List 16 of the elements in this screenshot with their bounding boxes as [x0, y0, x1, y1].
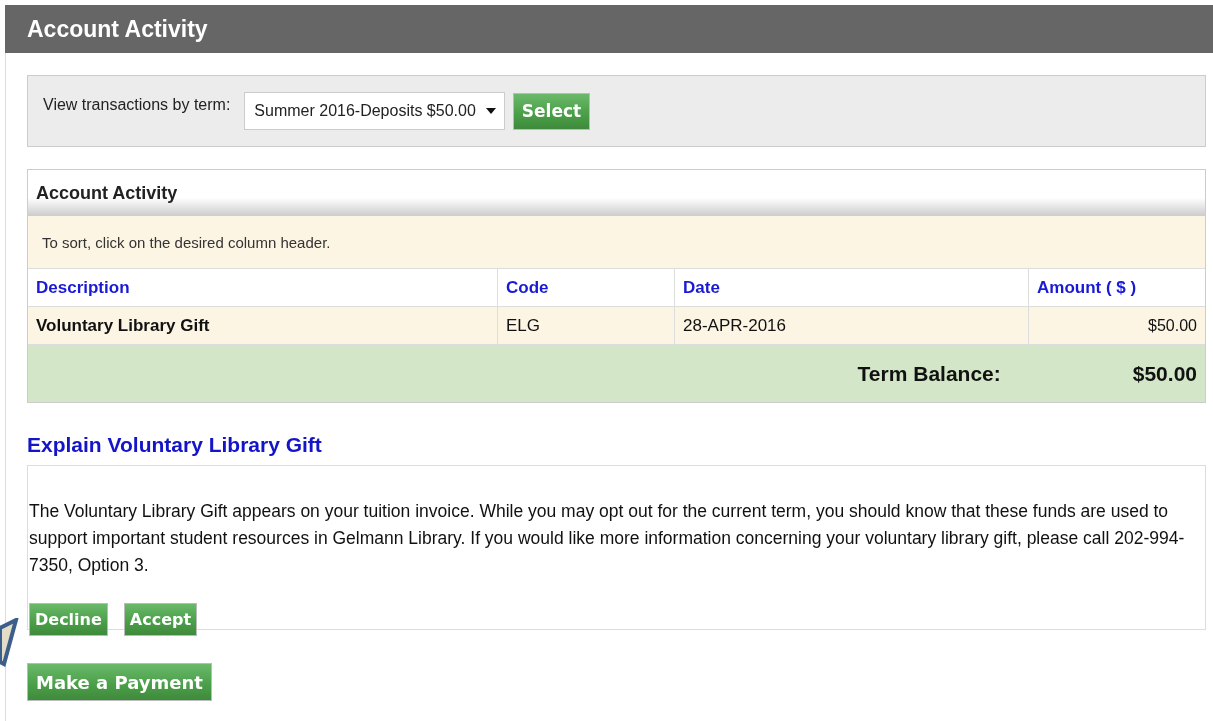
table-cell: $50.00	[1029, 307, 1205, 345]
balance-label: Term Balance:	[857, 361, 1001, 386]
caret-icon	[485, 108, 496, 114]
sort-hint: To sort, click on the desired column header.	[28, 216, 1205, 269]
column-header[interactable]: Description	[28, 269, 498, 307]
term-dropdown[interactable]: Summer 2016-Deposits $50.00	[244, 92, 505, 130]
balance-amount: $50.00	[1132, 361, 1197, 386]
table-cell: 28-APR-2016	[675, 307, 1029, 345]
section-heading: Explain Voluntary Library Gift	[27, 433, 323, 457]
column-header[interactable]: Date	[675, 269, 1029, 307]
explain-text: The Voluntary Library Gift appears on your tuition invoice. While you may opt out for the current term, you should know that these funds are used to support important student resources in Gelmann Library. If you would like more information concerning your voluntary library gift, please call 202-994-7350, Option 3.	[29, 500, 1186, 577]
column-header[interactable]: Code	[498, 269, 675, 307]
table-cell: ELG	[498, 307, 675, 345]
table-cell: Voluntary Library Gift	[28, 307, 498, 345]
term-label: View transactions by term:	[43, 96, 231, 114]
page-title: Account Activity	[27, 15, 208, 43]
